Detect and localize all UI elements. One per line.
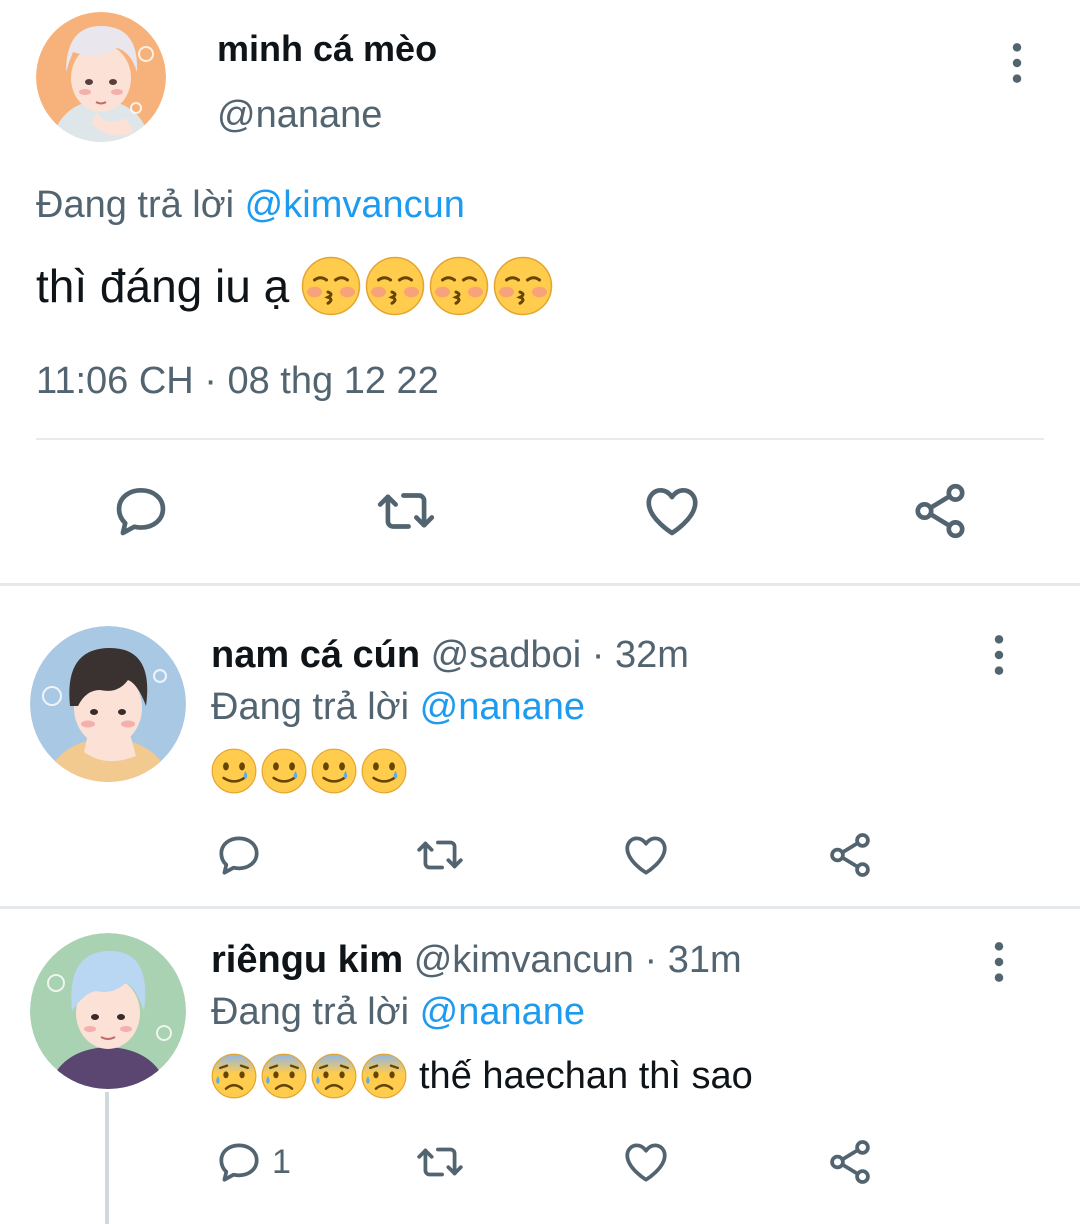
tweet-text: thế haechan thì sao [211,1053,753,1099]
reply-icon [110,480,172,542]
like-button[interactable] [620,830,672,880]
share-icon [824,1137,876,1187]
replying-prefix: Đang trả lời [36,184,235,226]
replying-prefix: Đang trả lời [211,686,410,728]
thread-line [105,1092,109,1224]
share-button[interactable] [824,1137,876,1187]
replying-to-link[interactable]: @kimvancun [245,184,465,226]
share-icon [824,830,876,880]
avatar[interactable] [30,933,186,1089]
more-options-icon[interactable] [982,939,1016,985]
smiling-face-with-tear-icon [361,748,407,794]
retweet-icon [410,1137,470,1187]
tweet-text: thì đáng iu ạ [36,256,553,316]
reply-tweet[interactable]: riêngu kim @kimvancun · 31m Đang trả lời… [0,909,1080,1224]
retweet-button[interactable] [410,830,470,880]
avatar-illustration [36,12,166,142]
reply-count: 1 [272,1142,291,1181]
display-name[interactable]: minh cá mèo [217,28,437,70]
share-button[interactable] [908,480,972,542]
kissing-face-closed-eyes-icon [365,256,425,316]
emoji-group [301,256,553,316]
smiling-face-with-tear-icon [211,748,257,794]
tweet-text [211,748,419,794]
emoji-group [211,1053,407,1099]
display-name[interactable]: nam cá cún [211,634,420,676]
share-button[interactable] [824,830,876,880]
action-bar [0,476,1080,546]
avatar[interactable] [36,12,166,142]
like-button[interactable] [640,480,704,542]
like-icon [640,480,704,542]
tweet-text-content: thì đáng iu ạ [36,260,290,312]
replying-prefix: Đang trả lời [211,991,410,1033]
reply-button[interactable] [110,480,172,542]
anxious-face-with-sweat-icon [311,1053,357,1099]
reply-button[interactable] [214,830,272,880]
replying-to-link[interactable]: @nanane [420,686,585,728]
anxious-face-with-sweat-icon [361,1053,407,1099]
like-button[interactable] [620,1137,672,1187]
retweet-icon [372,480,440,542]
retweet-button[interactable] [410,1137,470,1187]
emoji-group [211,748,407,794]
tweet-text-content: thế haechan thì sao [419,1054,753,1097]
anxious-face-with-sweat-icon [211,1053,257,1099]
handle-and-time: @sadboi · 32m [420,634,689,676]
anxious-face-with-sweat-icon [261,1053,307,1099]
user-handle[interactable]: @nanane [217,94,382,137]
smiling-face-with-tear-icon [261,748,307,794]
smiling-face-with-tear-icon [311,748,357,794]
reply-icon [214,830,264,880]
more-options-icon[interactable] [982,632,1016,678]
avatar-illustration [30,626,186,782]
like-icon [620,830,672,880]
reply-header: riêngu kim @kimvancun · 31m [211,939,742,982]
kissing-face-closed-eyes-icon [301,256,361,316]
avatar[interactable] [30,626,186,782]
reply-icon [214,1137,264,1187]
replying-to-line: Đang trả lời @kimvancun [36,184,465,227]
more-options-icon[interactable] [1000,40,1034,86]
retweet-icon [410,830,470,880]
share-icon [908,480,972,542]
avatar-illustration [30,933,186,1089]
reply-header: nam cá cún @sadboi · 32m [211,634,689,677]
display-name[interactable]: riêngu kim [211,939,403,981]
like-icon [620,1137,672,1187]
replying-to-line: Đang trả lời @nanane [211,686,585,729]
reply-button[interactable]: 1 [214,1137,291,1187]
reply-tweet[interactable]: nam cá cún @sadboi · 32m Đang trả lời @n… [0,586,1080,906]
kissing-face-closed-eyes-icon [429,256,489,316]
retweet-button[interactable] [372,480,440,542]
handle-and-time: @kimvancun · 31m [403,939,742,981]
tweet-timestamp[interactable]: 11:06 CH · 08 thg 12 22 [36,360,439,403]
replying-to-link[interactable]: @nanane [420,991,585,1033]
replying-to-line: Đang trả lời @nanane [211,991,585,1034]
kissing-face-closed-eyes-icon [493,256,553,316]
divider [36,438,1044,440]
main-tweet: minh cá mèo @nanane Đang trả lời @kimvan… [0,0,1080,584]
